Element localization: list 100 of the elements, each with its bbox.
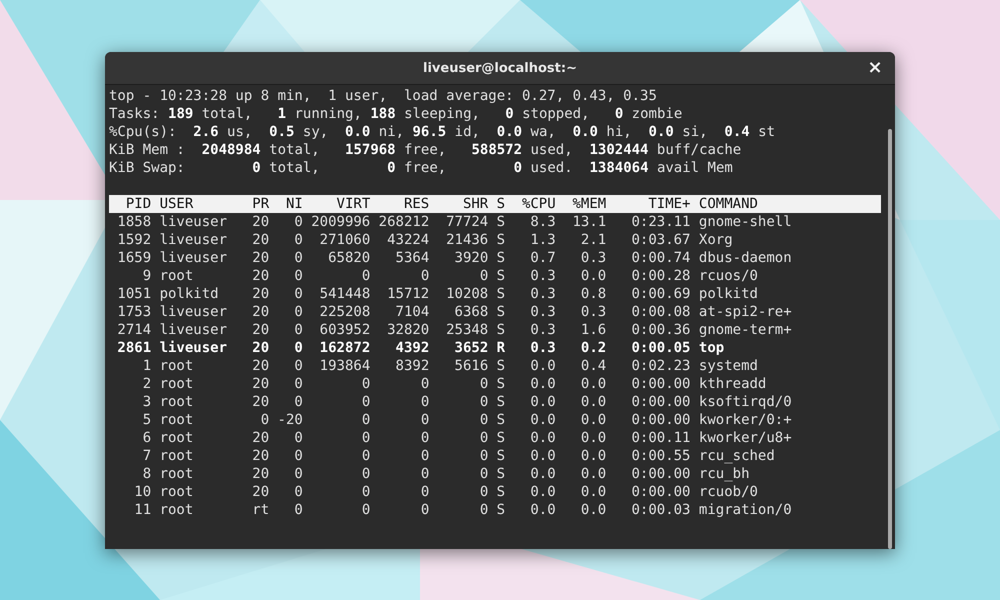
table-cell-text: 0.0 [580,447,606,465]
table-cell-text: polkitd [698,285,759,303]
table-cell-text: 0.0 [529,357,556,375]
table-cell-text: at-spi2-re+ [698,303,793,321]
table-cell-text: 20 [251,267,270,285]
table-cell-text: 0.0 [529,447,556,465]
table-cell-text: 0:00.08 [630,303,690,321]
table-cell-text: 0 [360,465,370,483]
table-cell-text: 0 [360,375,370,393]
table-cell-text: 0 [360,267,370,285]
table-cell-text: S [496,231,506,249]
column-header: NI [284,195,303,213]
table-cell-text: 0.8 [580,285,606,303]
table-cell-text: 20 [251,249,270,267]
table-cell-text: 0 [293,267,303,285]
table-cell-text: 0:23.11 [630,213,690,231]
table-cell-text: 7104 [394,303,430,321]
table-cell-text: rcuos/0 [698,267,759,285]
table-cell-text: 0.7 [529,249,556,267]
table-cell-text: 0:00.69 [630,285,690,303]
table-cell-text: S [496,375,506,393]
table-cell-text: 2714 [116,321,152,339]
table-cell-text: 20 [251,447,270,465]
table-cell-text: top [698,339,726,357]
table-cell-text: kworker/0:+ [698,411,793,429]
table-cell-text: S [496,285,506,303]
table-cell-text: 10208 [445,285,488,303]
table-cell-text: 1592 [116,231,152,249]
table-cell-text: systemd [698,357,759,375]
table-cell-text: 0 [420,375,430,393]
table-cell-text: rt [251,501,270,519]
table-cell-text: 0 [478,447,488,465]
table-cell-text: 0 [420,483,430,501]
table-cell-text: 0.0 [529,501,556,519]
table-cell-text: 11 [133,501,152,519]
summary-line: KiB Mem : 2048984 total, 157968 free, 588572 used, 1302444 buff/cache [109,141,742,159]
table-cell-text: 0 [293,501,303,519]
table-cell-text: S [496,483,506,501]
table-cell-text: 0.0 [529,393,556,411]
table-cell-text: 0 [478,429,488,447]
table-cell-text: 0 [293,339,303,357]
table-cell-text: 0 [478,267,488,285]
table-cell-text: 271060 [318,231,370,249]
table-cell-text: 0 [293,375,303,393]
table-cell-text: Xorg [698,231,734,249]
table-cell-text: 0.0 [580,483,606,501]
table-cell-text: 0:00.36 [630,321,690,339]
table-cell-text: 0 [360,393,370,411]
table-cell-text: root [158,465,194,483]
table-cell-text: 0.0 [580,465,606,483]
table-cell-text: 0 [478,483,488,501]
table-cell-text: 0:00.00 [630,411,690,429]
table-cell-text: root [158,447,194,465]
window-title: liveuser@localhost:~ [423,60,577,76]
table-cell-text: S [496,447,506,465]
table-cell-text: 0.0 [529,465,556,483]
table-cell-text: S [496,411,506,429]
close-button[interactable]: × [863,56,887,80]
table-cell-text: kworker/u8+ [698,429,793,447]
summary-line: top - 10:23:28 up 8 min, 1 user, load average: 0.27, 0.43, 0.35 [109,87,658,105]
table-cell-text: 0 [420,429,430,447]
table-cell-text: 0:00.03 [630,501,690,519]
table-cell-text: 0.3 [529,267,556,285]
table-cell-text: root [158,393,194,411]
table-cell-text: 0.0 [529,375,556,393]
table-cell-text: 268212 [378,213,430,231]
table-cell-text: 193864 [318,357,370,375]
table-cell-text: 0 [293,303,303,321]
table-cell-text: 0.0 [580,393,606,411]
table-cell-text: 0 [293,447,303,465]
table-cell-text: 0.0 [580,429,606,447]
table-cell-text: 0 [293,429,303,447]
table-cell-text: 2861 [116,339,152,357]
table-cell-text: 0.3 [529,339,556,357]
table-cell-text: 0 [420,267,430,285]
table-cell-text: 20 [251,429,270,447]
table-cell-text: 1659 [116,249,152,267]
table-cell-text: 1051 [116,285,152,303]
table-cell-text: root [158,483,194,501]
table-cell-text: 3920 [454,249,488,267]
table-cell-text: 0.3 [529,303,556,321]
summary-line: Tasks: 189 total, 1 running, 188 sleeping, 0 stopped, 0 zombie [109,105,684,123]
table-cell-text: 0 [478,393,488,411]
table-cell-text: polkitd [158,285,220,303]
table-cell-text: 20 [251,483,270,501]
table-cell-text: 0 [420,465,430,483]
table-cell-text: liveuser [158,213,228,231]
table-cell-text: 0 [420,411,430,429]
table-cell-text: 0.0 [580,501,606,519]
table-cell-text: root [158,411,194,429]
table-cell-text: 0.0 [580,267,606,285]
table-cell-text: 2 [142,375,152,393]
table-cell-text: rcu_sched [698,447,776,465]
table-cell-text: 20 [251,465,270,483]
table-cell-text: 0:00.00 [630,393,690,411]
table-cell-text: 8392 [394,357,430,375]
table-cell-text: 8 [142,465,152,483]
table-cell-text: 6368 [454,303,488,321]
scrollbar[interactable] [888,129,892,549]
table-cell-text: 0.3 [580,249,606,267]
